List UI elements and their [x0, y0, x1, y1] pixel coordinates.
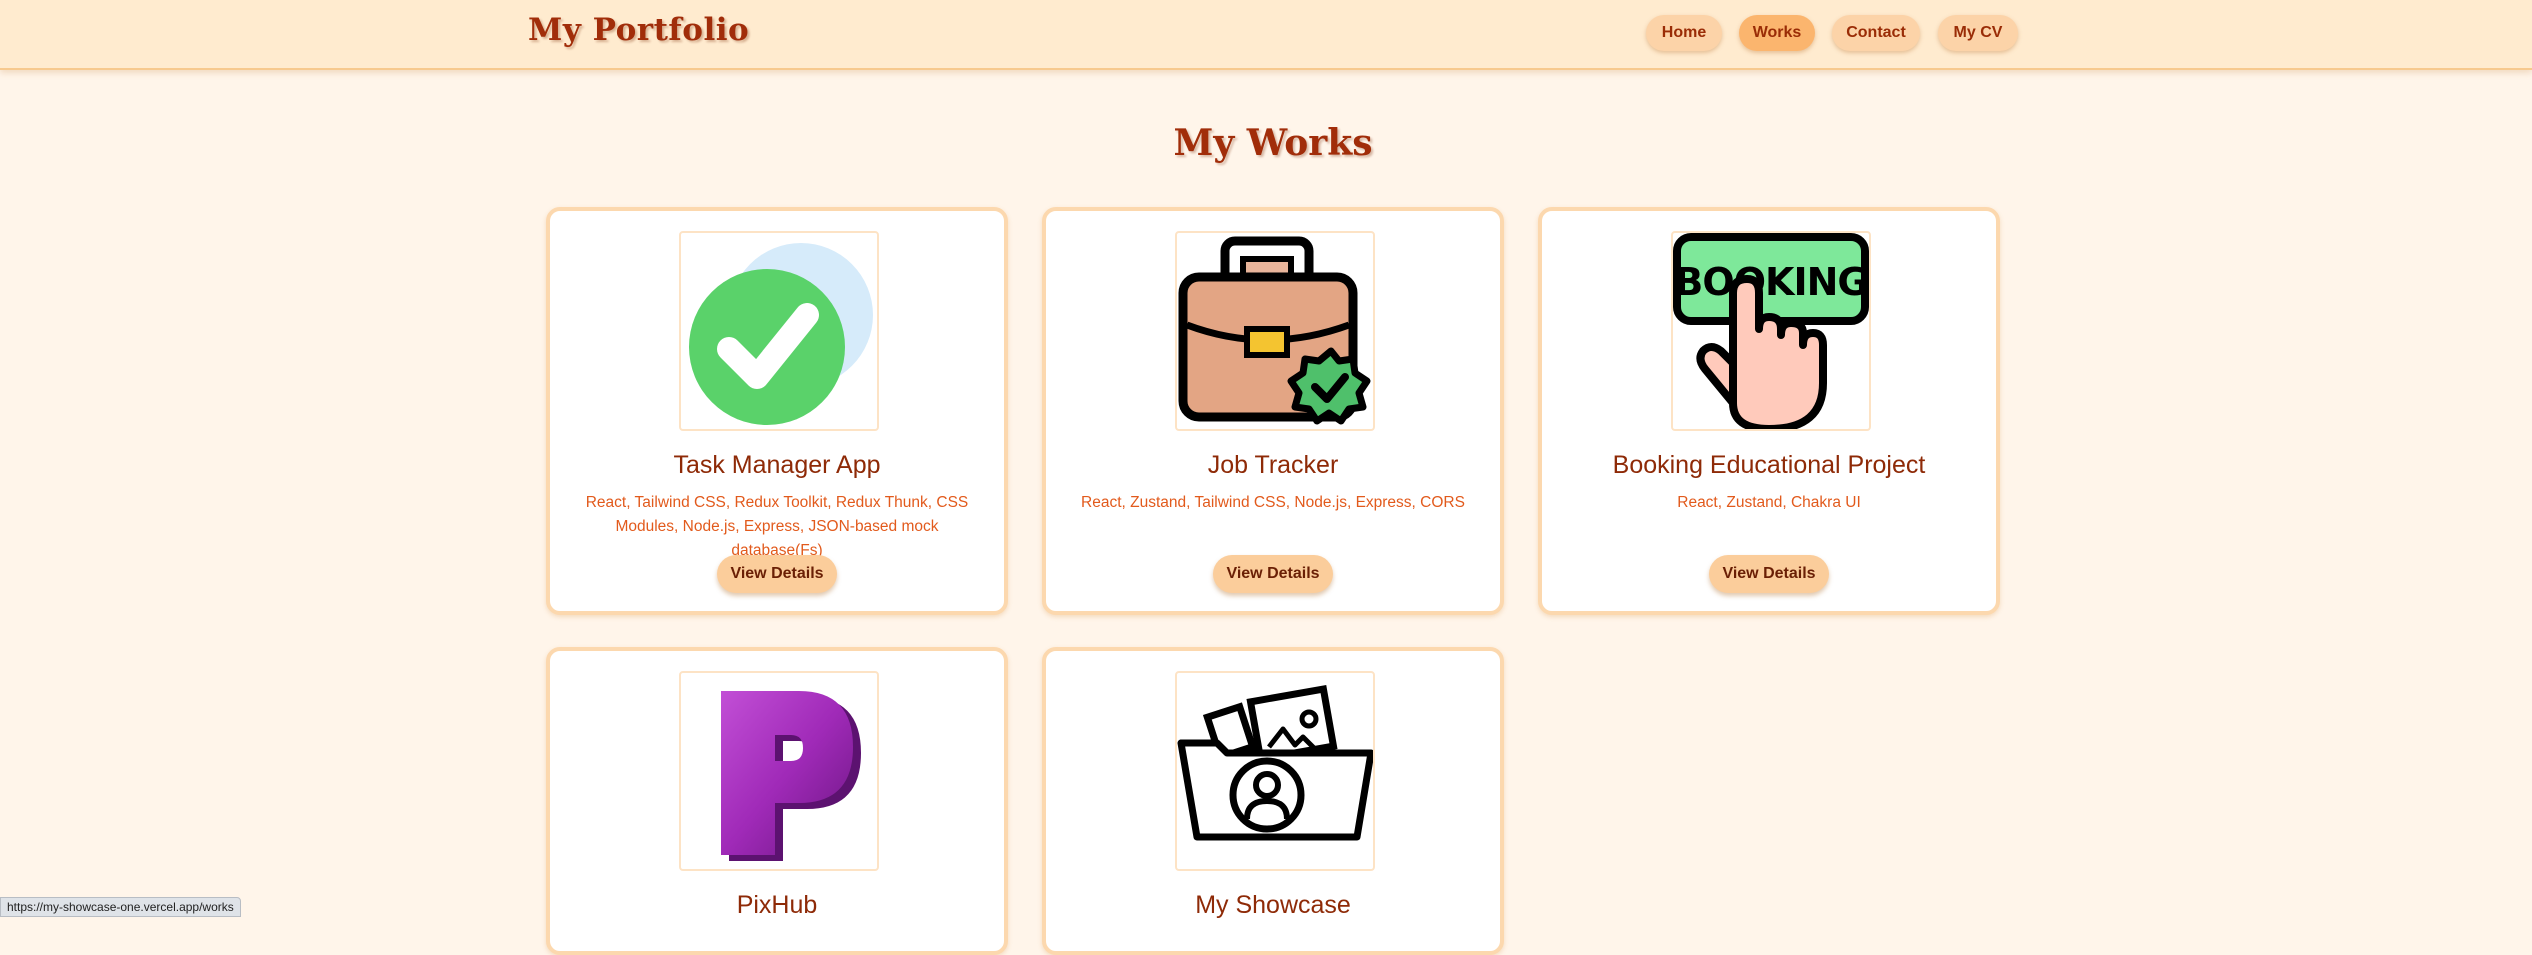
- project-title: Task Manager App: [673, 451, 881, 479]
- nav-home[interactable]: Home: [1646, 15, 1722, 51]
- project-tech-stack: React, Zustand, Chakra UI: [1677, 494, 1861, 511]
- project-title: Booking Educational Project: [1612, 451, 1926, 479]
- project-title: Job Tracker: [1207, 451, 1339, 479]
- check-circle-icon: [679, 231, 879, 431]
- letter-p-icon: [679, 671, 879, 871]
- nav-works[interactable]: Works: [1739, 15, 1815, 51]
- page-title: My Works: [1173, 122, 1373, 164]
- view-details-button[interactable]: View Details: [1709, 555, 1829, 593]
- project-title: My Showcase: [1195, 891, 1351, 919]
- booking-hand-icon: BOOKING: [1671, 231, 1871, 431]
- view-details-button[interactable]: View Details: [1213, 555, 1333, 593]
- status-bar-url: https://my-showcase-one.vercel.app/works: [0, 897, 241, 917]
- top-navbar: My Portfolio Home Works Contact My CV: [0, 0, 2532, 70]
- briefcase-icon: [1175, 231, 1375, 431]
- project-tech-stack: React, Zustand, Tailwind CSS, Node.js, E…: [1081, 494, 1465, 511]
- project-card-my-showcase: My Showcase: [1042, 647, 1504, 955]
- project-card-pixhub: PixHub: [546, 647, 1008, 955]
- nav-contact[interactable]: Contact: [1832, 15, 1920, 51]
- project-card-job-tracker: Job Tracker React, Zustand, Tailwind CSS…: [1042, 207, 1504, 615]
- view-details-button[interactable]: View Details: [717, 555, 837, 593]
- project-tech-stack: React, Tailwind CSS, Redux Toolkit, Redu…: [585, 494, 969, 559]
- project-card-task-manager: Task Manager App React, Tailwind CSS, Re…: [546, 207, 1008, 615]
- nav-my-cv[interactable]: My CV: [1938, 15, 2018, 51]
- project-title: PixHub: [736, 891, 818, 919]
- svg-text:BOOKING: BOOKING: [1674, 260, 1867, 304]
- site-brand[interactable]: My Portfolio: [528, 12, 749, 48]
- project-card-booking: BOOKING Booking Educational Project Reac…: [1538, 207, 2000, 615]
- profile-folder-icon: [1175, 671, 1375, 871]
